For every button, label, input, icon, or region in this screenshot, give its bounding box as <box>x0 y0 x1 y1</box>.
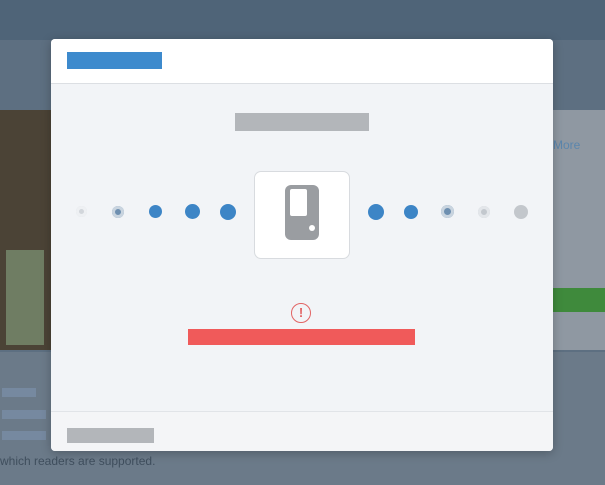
background-text-line <box>2 431 46 440</box>
card-reader-tile <box>254 171 350 259</box>
background-side-link: More <box>553 138 581 152</box>
modal-header <box>51 39 553 84</box>
card-reader-icon <box>285 185 319 240</box>
background-text-line <box>2 410 46 419</box>
error-message <box>188 329 415 345</box>
modal-title <box>67 52 162 69</box>
progress-dot <box>368 204 384 220</box>
reader-connection-modal: ! <box>51 39 553 451</box>
progress-dot <box>112 206 124 218</box>
background-text-line <box>2 388 36 397</box>
modal-footer <box>51 411 553 451</box>
step-title <box>235 113 369 131</box>
progress-dot <box>149 205 162 218</box>
progress-dot <box>478 206 490 218</box>
background-header <box>0 0 605 40</box>
progress-dot <box>76 206 87 217</box>
progress-dot <box>185 204 200 219</box>
progress-dot <box>441 205 454 218</box>
warning-icon: ! <box>291 303 311 323</box>
background-image-detail <box>6 250 44 345</box>
background-green-button <box>550 288 605 312</box>
background-footer-text: which readers are supported. <box>0 454 156 468</box>
progress-dot <box>404 205 418 219</box>
progress-dot <box>514 205 528 219</box>
footer-action-button[interactable] <box>67 428 154 443</box>
progress-dot <box>220 204 236 220</box>
